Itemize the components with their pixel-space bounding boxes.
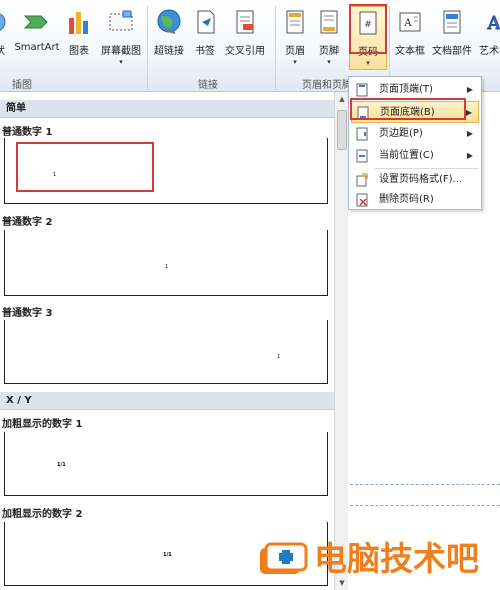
shape-button[interactable]: 状 xyxy=(0,6,10,70)
footer-icon xyxy=(320,10,338,34)
group-separator xyxy=(147,6,148,90)
scrollbar-thumb[interactable] xyxy=(337,110,347,150)
submenu-arrow-icon: ▶ xyxy=(465,108,472,117)
menu-item-current-position[interactable]: 当前位置(C) ▶ xyxy=(351,145,479,167)
menu-item-format-page-numbers[interactable]: 设置页码格式(F)... xyxy=(351,169,479,191)
textbox-button-label: 文本框 xyxy=(395,46,425,57)
page-number-sample: 1 xyxy=(165,264,169,270)
crossref-icon xyxy=(236,10,254,34)
footer-boundary-line xyxy=(350,484,500,485)
gallery-item-title: 普通数字 2 xyxy=(2,217,53,228)
watermark: 电脑技术吧 xyxy=(258,538,498,580)
bookmark-button[interactable]: 书签 xyxy=(190,6,220,70)
svg-text:A: A xyxy=(487,13,500,34)
footer-button-label: 页脚 xyxy=(319,46,339,57)
menu-item-label: 设置页码格式(F)... xyxy=(379,174,463,185)
menu-item-remove-page-numbers[interactable]: 删除页码(R) xyxy=(351,189,479,211)
page-number-sample: 1 xyxy=(277,354,281,360)
smartart-button-label: SmartArt xyxy=(14,42,60,53)
wordart-icon: A xyxy=(486,13,500,35)
pagenum-dropdown-arrow[interactable]: ▾ xyxy=(350,59,386,67)
svg-text:A: A xyxy=(403,18,412,29)
quickparts-button[interactable]: 文档部件 xyxy=(430,6,474,70)
screenshot-dropdown-arrow[interactable]: ▾ xyxy=(96,58,146,66)
bookmark-button-label: 书签 xyxy=(195,46,215,57)
watermark-logo-icon xyxy=(260,542,308,574)
chart-button-label: 图表 xyxy=(69,46,89,57)
header-button[interactable]: 页眉 ▾ xyxy=(280,6,310,70)
gallery-item-plain-number-2[interactable]: 1 xyxy=(4,230,328,296)
textbox-button[interactable]: A 文本框 xyxy=(392,6,428,70)
crossref-button-label: 交叉引用 xyxy=(225,46,265,57)
submenu-arrow-icon: ▶ xyxy=(466,151,473,160)
wordart-button-label: 艺术字 xyxy=(479,46,500,57)
section-heading: X / Y xyxy=(0,392,334,410)
bookmark-icon xyxy=(197,10,215,34)
page-margins-icon xyxy=(356,127,368,141)
submenu-arrow-icon: ▶ xyxy=(466,129,473,138)
chart-icon xyxy=(69,12,88,34)
header-button-label: 页眉 xyxy=(285,46,305,57)
hyperlink-button[interactable]: 超链接 xyxy=(150,6,188,70)
quickparts-button-label: 文档部件 xyxy=(432,46,472,57)
menu-item-label: 当前位置(C) xyxy=(379,150,434,161)
textbox-icon: A xyxy=(399,12,421,32)
group-label-header-footer: 页眉和页脚 xyxy=(302,80,352,91)
current-position-icon xyxy=(356,149,368,163)
crossref-button[interactable]: 交叉引用 xyxy=(222,6,268,70)
menu-item-label: 页面顶端(T) xyxy=(379,84,433,95)
group-separator xyxy=(275,6,276,90)
smartart-button[interactable]: SmartArt xyxy=(12,6,62,70)
footer-button[interactable]: 页脚 ▾ xyxy=(314,6,344,70)
screenshot-icon xyxy=(109,10,133,31)
group-label-illustrations: 插图 xyxy=(12,80,32,91)
globe-icon xyxy=(157,9,181,34)
footer-dropdown-arrow[interactable]: ▾ xyxy=(314,58,344,66)
screenshot-button-label: 屏幕截图 xyxy=(101,46,141,57)
pagenum-dropdown-menu: 页面顶端(T) ▶ 页面底端(B) ▶ 页边距(P) ▶ 当前位置(C) ▶ 设… xyxy=(348,76,482,210)
footer-boundary-line xyxy=(350,505,500,506)
scroll-up-arrow-icon[interactable]: ▲ xyxy=(335,92,349,106)
smartart-icon xyxy=(23,15,48,29)
gallery-item-title: 加粗显示的数字 2 xyxy=(2,509,83,520)
gallery-item-title: 普通数字 1 xyxy=(2,127,53,138)
page-number-sample: 1/1 xyxy=(57,462,66,468)
watermark-text: 电脑技术吧 xyxy=(314,539,479,578)
shape-button-label: 状 xyxy=(0,42,10,57)
remove-page-numbers-icon xyxy=(356,193,368,207)
section-heading: 简单 xyxy=(0,100,334,118)
header-icon xyxy=(286,10,304,34)
format-page-numbers-icon xyxy=(356,173,368,187)
menu-item-label: 页边距(P) xyxy=(379,128,423,139)
wordart-button[interactable]: A 艺术字 xyxy=(476,6,500,70)
selected-item-annotation-box xyxy=(16,142,154,192)
screenshot-button[interactable]: 屏幕截图 ▾ xyxy=(96,6,146,70)
pagenum-annotation-box xyxy=(349,4,387,54)
quickparts-icon xyxy=(443,10,461,34)
hyperlink-button-label: 超链接 xyxy=(154,46,184,57)
gallery-scrollbar[interactable]: ▲ ▼ xyxy=(334,92,348,590)
header-dropdown-arrow[interactable]: ▾ xyxy=(280,58,310,66)
menu-item-label: 删除页码(R) xyxy=(379,194,434,205)
submenu-arrow-icon: ▶ xyxy=(466,85,473,94)
gallery-item-title: 普通数字 3 xyxy=(2,308,53,319)
gallery-item-bold-number-1[interactable]: 1/1 xyxy=(4,432,328,496)
menu-item-page-margins[interactable]: 页边距(P) ▶ xyxy=(351,123,479,145)
menu-item-annotation-box xyxy=(350,98,466,120)
chart-button[interactable]: 图表 xyxy=(64,6,94,70)
gallery-item-plain-number-3[interactable]: 1 xyxy=(4,320,328,384)
gallery-item-title: 加粗显示的数字 1 xyxy=(2,419,83,430)
group-label-links: 链接 xyxy=(198,80,218,91)
page-number-sample: 1/1 xyxy=(163,552,172,558)
page-top-icon xyxy=(356,83,368,97)
